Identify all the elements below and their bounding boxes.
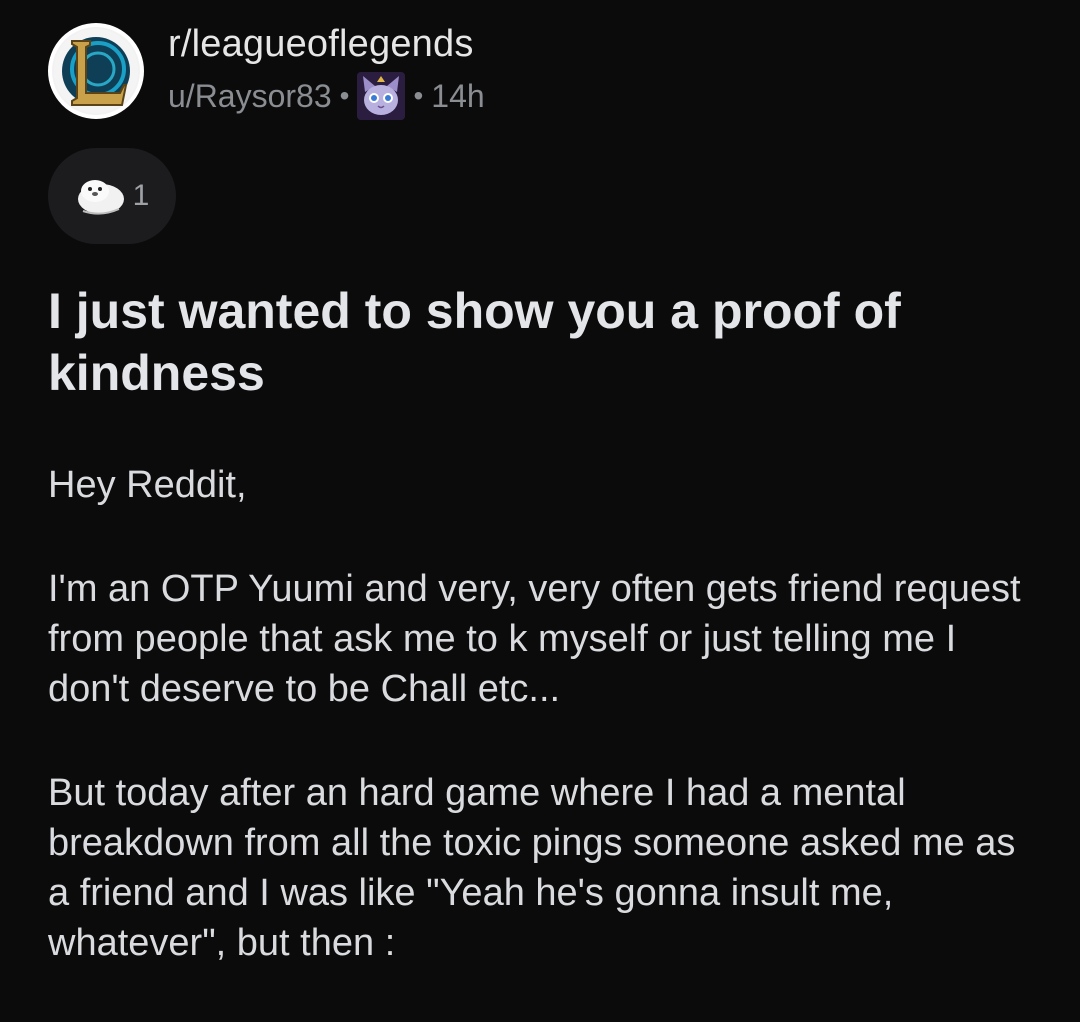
post-body-paragraph: Hey Reddit,	[48, 464, 247, 506]
post-header: r/leagueoflegends u/Raysor83 • • 14h	[48, 22, 485, 120]
award-count: 1	[132, 179, 150, 212]
author-name[interactable]: u/Raysor83	[168, 76, 332, 116]
league-logo-icon	[54, 29, 138, 113]
seal-award-icon	[77, 180, 124, 215]
post-body-paragraph: But today after an hard game where I had…	[48, 772, 1016, 964]
user-flair-icon	[357, 72, 406, 120]
meta-separator: •	[339, 80, 350, 111]
yuumi-cat-icon	[357, 72, 406, 120]
post-age: 14h	[431, 78, 485, 114]
subreddit-icon[interactable]	[48, 23, 144, 119]
meta-separator: •	[413, 80, 424, 111]
subreddit-name[interactable]: r/leagueoflegends	[168, 22, 485, 66]
post-title[interactable]: I just wanted to show you a proof of kin…	[48, 280, 1028, 404]
post-body-paragraph: I'm an OTP Yuumi and very, very often ge…	[48, 568, 1021, 710]
post-body: Hey Reddit, I'm an OTP Yuumi and very, v…	[48, 460, 1038, 1022]
award-pill[interactable]: 1	[48, 148, 176, 244]
post-meta-row: u/Raysor83 • • 14h	[168, 72, 485, 120]
